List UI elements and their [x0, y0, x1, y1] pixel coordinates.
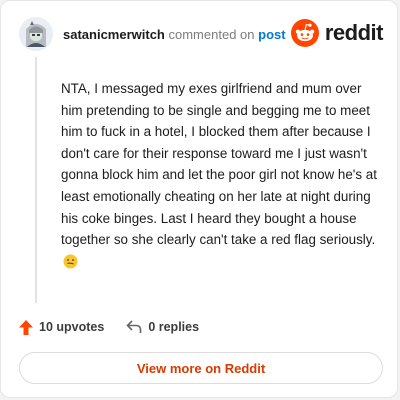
comment-body: NTA, I messaged my exes girlfriend and m… [61, 78, 381, 272]
avatar-icon [19, 17, 53, 51]
post-link[interactable]: post [258, 27, 285, 42]
comment-actions: 10 upvotes 0 replies [19, 317, 199, 337]
user-avatar[interactable] [19, 17, 53, 51]
reply-arrow-icon [127, 320, 142, 333]
reply-count: 0 replies [148, 320, 200, 334]
username-link[interactable]: satanicmerwitch [63, 27, 165, 42]
reddit-wordmark: reddit [324, 20, 384, 45]
thread-line [35, 57, 37, 303]
commenter-line: satanicmerwitch commented on post [63, 27, 286, 42]
upvote-count: 10 upvotes [39, 320, 105, 334]
reply-button[interactable]: 0 replies [126, 320, 199, 334]
reddit-logo[interactable]: reddit [290, 19, 384, 47]
upvote-button[interactable]: 10 upvotes [19, 319, 105, 335]
reddit-snoo-icon [290, 19, 319, 47]
view-more-on-reddit-button[interactable]: View more on Reddit [19, 352, 383, 384]
comment-header: satanicmerwitch commented on post reddit [19, 15, 384, 55]
comment-body-text: NTA, I messaged my exes girlfriend and m… [61, 81, 377, 248]
upvote-arrow-icon [19, 319, 33, 335]
grimace-smile-emoji-icon [63, 254, 78, 269]
commented-on-text: commented on [168, 27, 255, 42]
reddit-comment-card: satanicmerwitch commented on post reddit… [0, 0, 398, 398]
